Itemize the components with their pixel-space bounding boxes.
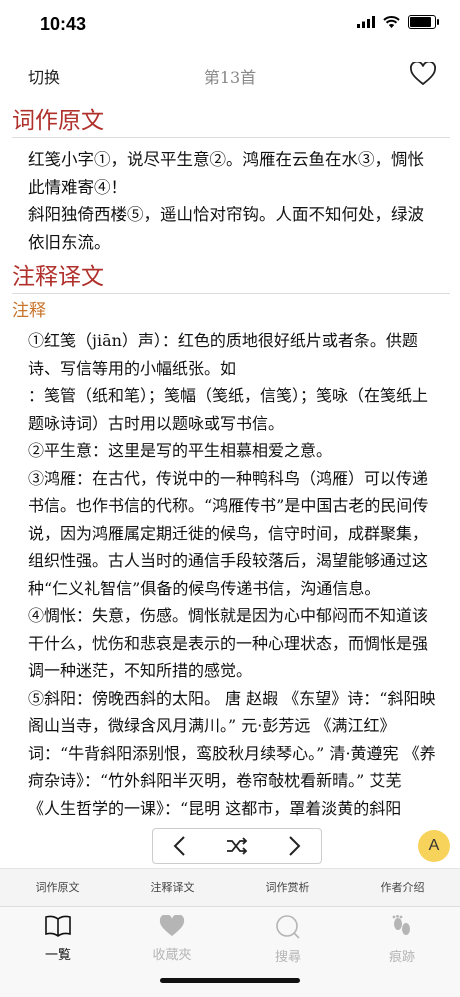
section-tab-appreciation[interactable]: 词作赏析 [230,869,345,907]
tab-history[interactable]: 痕跡 [362,914,442,965]
tab-list[interactable]: 一覧 [18,915,98,963]
tab-label: 一覧 [44,948,71,963]
next-poem-icon[interactable] [284,835,304,857]
home-indicator [160,978,300,983]
poem-line: 斜阳独倚西楼⑤，遥山恰对帘钩。人面不知何处，绿波依旧东流。 [28,205,424,252]
poem-navigation-toolbar [152,828,322,864]
tab-search[interactable]: 搜尋 [248,915,328,965]
poem-content[interactable]: 词作原文 红笺小字①，说尽平生意②。鸿雁在云鱼在水③，惆怅此情难寄④！ 斜阳独倚… [0,100,460,864]
section-tab-original[interactable]: 词作原文 [0,869,115,907]
nav-bar: 切换 第13首 [0,52,460,96]
status-icons [357,15,439,29]
section-tab-annotation[interactable]: 注释译文 [115,869,230,907]
tab-favorites[interactable]: 收蔵夾 [132,914,212,963]
signal-icon [357,16,375,28]
tab-label: 搜尋 [274,950,301,965]
footprints-icon [392,914,410,935]
tab-label: 痕跡 [388,950,415,965]
poem-line: 红笺小字①，说尽平生意②。鸿雁在云鱼在水③，惆怅此情难寄④！ [28,150,424,197]
annotation-subtitle: 注释 [12,301,46,321]
annotation-note: ③鸿雁：在古代，传说中的一种鸭科鸟（鸿雁）可以传递书信。也作书信的代称。“鸿雁传… [28,468,429,598]
annotation-note: ⑤斜阳：傍晚西斜的太阳。 唐 赵嘏 《东望》诗：“斜阳映阁山当寺，微绿含风月满川… [28,688,436,818]
section-tabs: 词作原文 注释译文 词作赏析 作者介绍 [0,868,460,907]
page-title: 第13首 [203,68,257,87]
section-title-annotation: 注释译文 [12,262,450,294]
wifi-icon [383,16,400,28]
annotation-note: ④惆怅：失意，伤感。惆怅就是因为心中郁闷而不知道该干什么，忧伤和悲哀是表示的一种… [28,606,429,680]
annotation-note: ②平生意：这里是写的平生相慕相爱之意。 [28,441,333,460]
tab-bar: 一覧 收蔵夾 搜尋 痕跡 [0,906,460,997]
book-icon [45,915,71,937]
annotation-note: ①红笺（jiān）声）：红色的质地很好纸片或者条。供题诗、写信等用的小幅纸张。如… [28,331,429,433]
status-bar: 10:43 [0,0,460,48]
status-time: 10:43 [40,14,87,34]
tab-label: 收蔵夾 [152,948,192,963]
section-tab-author[interactable]: 作者介绍 [345,869,460,907]
heart-filled-icon [159,914,185,936]
previous-poem-icon[interactable] [170,835,190,857]
search-icon [276,915,300,939]
font-size-button[interactable]: A [418,830,450,862]
favorite-heart-icon[interactable] [410,62,436,86]
shuffle-icon[interactable] [225,835,249,857]
section-title-original: 词作原文 [12,106,450,138]
battery-icon [408,15,439,29]
